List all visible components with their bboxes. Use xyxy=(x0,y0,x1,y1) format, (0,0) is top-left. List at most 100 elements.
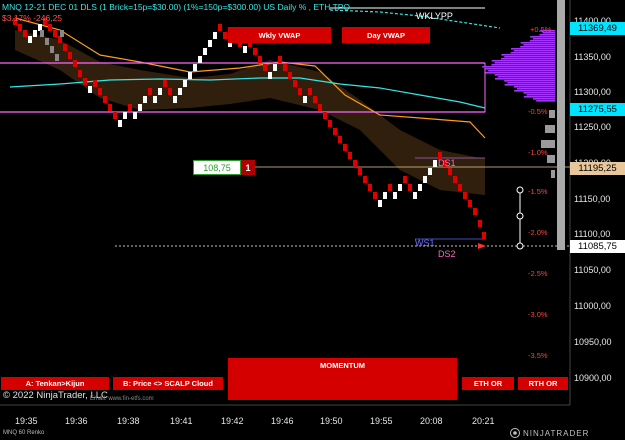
tpo-bar xyxy=(523,44,555,46)
tpo-bar xyxy=(488,70,555,72)
renko-brick-down xyxy=(108,104,112,111)
ds1-label: DS1 xyxy=(438,158,456,168)
renko-brick-down xyxy=(83,78,87,85)
measure-tool[interactable] xyxy=(516,186,524,250)
price-axis-label: 11250,00 xyxy=(574,122,611,132)
renko-brick-ghost xyxy=(40,30,44,37)
pct-minus-3-0: -3.0% xyxy=(528,310,548,319)
renko-brick-down xyxy=(463,192,467,199)
renko-brick-down xyxy=(363,176,367,183)
price-axis-label: 10950,00 xyxy=(574,337,612,347)
tpo-profile xyxy=(482,30,555,102)
tpo-bar xyxy=(501,54,555,56)
price-axis-label: 11050,00 xyxy=(574,265,611,275)
tpo-bar xyxy=(517,88,555,90)
time-axis-label: 19:38 xyxy=(117,416,140,426)
renko-brick-up xyxy=(118,120,122,127)
pct-plus-0-5: +0.5% xyxy=(530,25,552,34)
rth-or-button[interactable]: RTH OR xyxy=(518,377,568,390)
tpo-bar xyxy=(539,34,555,36)
price-axis-label: 10900,00 xyxy=(574,373,612,383)
price-highlight-label: 11195,25 xyxy=(570,162,625,175)
tpo-bar xyxy=(507,82,555,84)
renko-brick-down xyxy=(308,88,312,95)
renko-brick-up xyxy=(383,192,387,199)
pct-minus-0-5: -0.5% xyxy=(528,107,548,116)
renko-brick-down xyxy=(403,176,407,183)
renko-brick-down xyxy=(468,200,472,207)
position-qty: 1 xyxy=(241,160,255,175)
eth-or-button[interactable]: ETH OR xyxy=(462,377,514,390)
renko-brick-down xyxy=(333,128,337,135)
renko-brick-down xyxy=(263,64,267,71)
instrument-label: MNQ 60 Renko xyxy=(3,430,45,436)
tenkan-kijun-button[interactable]: A: Tenkan>Kijun xyxy=(1,377,109,390)
renko-brick-down xyxy=(313,96,317,103)
momentum-button[interactable]: MOMENTUM xyxy=(228,358,457,400)
pct-minus-1-5: -1.5% xyxy=(528,187,548,196)
renko-brick-up xyxy=(243,46,247,53)
renko-brick-up xyxy=(398,184,402,191)
footer-url: Email: www.fin-etfs.com xyxy=(90,396,154,402)
cyan-dashed-line xyxy=(329,9,501,29)
renko-brick-up xyxy=(158,88,162,95)
renko-brick-up xyxy=(428,168,432,175)
tpo-bar xyxy=(504,80,555,82)
volume-bar xyxy=(541,140,555,148)
price-axis-label: 11000,00 xyxy=(574,301,611,311)
renko-brick-down xyxy=(348,152,352,159)
renko-brick-down xyxy=(148,88,152,95)
tpo-bar xyxy=(520,46,555,48)
time-axis-label: 19:50 xyxy=(320,416,343,426)
renko-brick-down xyxy=(368,184,372,191)
position-box[interactable]: 108,75 1 xyxy=(193,160,255,175)
renko-brick-up xyxy=(133,112,137,119)
time-axis-label: 20:08 xyxy=(420,416,443,426)
scalp-cloud-button[interactable]: B: Price <> SCALP Cloud xyxy=(113,377,223,390)
renko-brick-down xyxy=(288,72,292,79)
tpo-bar xyxy=(513,86,555,88)
time-axis-label: 19:41 xyxy=(170,416,193,426)
tpo-bar xyxy=(513,50,555,52)
pct-minus-1-0: -1.0% xyxy=(528,148,548,157)
renko-brick-down xyxy=(63,44,67,51)
renko-brick-down xyxy=(53,30,57,37)
volume-bar xyxy=(545,125,555,133)
renko-brick-up xyxy=(418,184,422,191)
renko-brick-down xyxy=(58,36,62,43)
price-highlight-label: 11275,55 xyxy=(570,103,625,116)
ninjatrader-brand: NINJATRADER xyxy=(523,428,590,438)
renko-brick-up xyxy=(38,24,42,31)
renko-brick-down xyxy=(388,184,392,191)
renko-brick-up xyxy=(178,88,182,95)
wkly-vwap-button[interactable]: Wkly VWAP xyxy=(228,27,331,43)
renko-brick-ghost xyxy=(45,38,49,45)
price-highlight-label: 11369,49 xyxy=(570,22,625,35)
renko-brick-down xyxy=(23,30,27,37)
renko-brick-down xyxy=(318,104,322,111)
renko-brick-down xyxy=(258,56,262,63)
renko-brick-down xyxy=(113,112,117,119)
renko-brick-down xyxy=(283,64,287,71)
ds2-label: DS2 xyxy=(438,249,456,259)
renko-brick-up xyxy=(203,48,207,55)
time-axis-label: 19:55 xyxy=(370,416,393,426)
tpo-bar xyxy=(491,60,555,62)
price-axis-label: 11300,00 xyxy=(574,87,611,97)
renko-brick-up xyxy=(198,56,202,63)
renko-brick-up xyxy=(433,160,437,167)
renko-brick-up xyxy=(393,192,397,199)
tpo-bar xyxy=(523,96,555,98)
tpo-bar xyxy=(520,42,555,44)
tpo-bar xyxy=(523,92,555,94)
renko-brick-down xyxy=(278,56,282,63)
tpo-bar xyxy=(511,48,555,50)
current-price-marker xyxy=(478,243,486,249)
renko-brick-down xyxy=(298,88,302,95)
day-vwap-button[interactable]: Day VWAP xyxy=(342,27,430,43)
renko-brick-down xyxy=(458,184,462,191)
renko-brick-up xyxy=(208,40,212,47)
position-price: 108,75 xyxy=(193,160,241,175)
tpo-bar xyxy=(485,68,555,70)
tpo-bar xyxy=(495,78,555,80)
